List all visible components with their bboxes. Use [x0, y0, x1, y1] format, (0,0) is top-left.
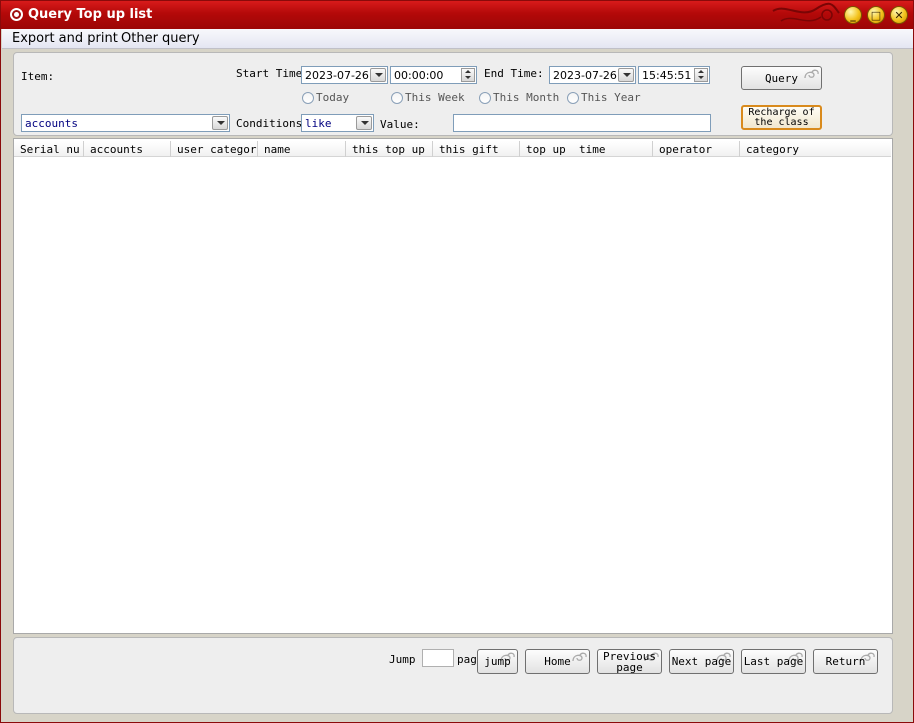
conditions-select[interactable]: like: [301, 114, 374, 132]
conditions-label: Conditions: [236, 117, 303, 130]
previous-page-button[interactable]: Previous page: [597, 649, 662, 674]
column-header-category[interactable]: category: [740, 141, 891, 157]
jump-button[interactable]: jump: [477, 649, 518, 674]
menu-export-print[interactable]: Export and print: [12, 31, 118, 46]
radio-this-month[interactable]: This Month: [479, 91, 559, 104]
radio-this-year-circle[interactable]: [567, 91, 579, 104]
value-label: Value:: [380, 118, 420, 131]
value-input[interactable]: [453, 114, 711, 132]
maximize-button[interactable]: □: [867, 6, 885, 24]
filter-panel: Item: Start Time: 2023-07-26 00:00:00 En…: [13, 52, 893, 136]
query-top-up-window: Query Top up list _ □ ✕ Export and print…: [0, 0, 914, 723]
recharge-of-class-button[interactable]: Recharge of the class: [741, 105, 822, 130]
previous-page-label: Previous page: [603, 649, 656, 674]
start-time-field[interactable]: 00:00:00: [390, 66, 477, 84]
end-time-spinner-icon[interactable]: [694, 68, 708, 82]
radio-this-month-label: This Month: [493, 91, 560, 104]
start-date-value: 2023-07-26: [305, 69, 369, 82]
menu-other-query[interactable]: Other query: [121, 31, 200, 46]
item-select[interactable]: accounts: [21, 114, 230, 132]
radio-this-week-label: This Week: [405, 91, 465, 104]
page-number-input[interactable]: [422, 649, 454, 667]
return-button[interactable]: Return: [813, 649, 878, 674]
column-header-user-category[interactable]: user category: [171, 141, 258, 157]
radio-this-week-circle[interactable]: [391, 91, 403, 104]
query-button-label: Query: [764, 71, 799, 85]
column-header-name[interactable]: name: [258, 141, 346, 157]
swirl-icon: [804, 69, 819, 79]
query-button[interactable]: Query: [741, 66, 822, 90]
column-header-top-up-time[interactable]: top up time: [520, 141, 653, 157]
maximize-icon: □: [870, 8, 882, 22]
end-time-value: 15:45:51: [642, 69, 692, 82]
column-header-this-top-up[interactable]: this top up: [346, 141, 433, 157]
next-page-label: Next page: [671, 655, 732, 668]
radio-this-month-circle[interactable]: [479, 91, 491, 104]
start-time-value: 00:00:00: [394, 69, 444, 82]
minimize-icon: _: [850, 8, 856, 22]
swirl-icon: [572, 652, 587, 662]
item-select-value: accounts: [25, 117, 78, 130]
column-header-operator[interactable]: operator: [653, 141, 740, 157]
radio-today[interactable]: Today: [302, 91, 349, 104]
column-header-this-gift[interactable]: this gift: [433, 141, 520, 157]
item-label: Item:: [21, 70, 55, 83]
radio-this-week[interactable]: This Week: [391, 91, 465, 104]
column-header-accounts[interactable]: accounts: [84, 141, 171, 157]
home-button[interactable]: Home: [525, 649, 590, 674]
close-icon: ✕: [894, 8, 904, 22]
radio-this-year-label: This Year: [581, 91, 641, 104]
table-header: Serial nu accounts user category name th…: [14, 141, 891, 157]
recharge-of-class-label: Recharge of the class: [748, 106, 815, 128]
jump-label: Jump: [389, 653, 416, 666]
item-select-dropdown-icon[interactable]: [212, 116, 228, 130]
radio-today-label: Today: [316, 91, 350, 104]
column-header-serial[interactable]: Serial nu: [14, 141, 84, 157]
jump-button-label: jump: [484, 655, 511, 668]
end-date-value: 2023-07-26: [553, 69, 617, 82]
start-time-spinner-icon[interactable]: [461, 68, 475, 82]
return-button-label: Return: [825, 655, 866, 668]
start-date-dropdown-icon[interactable]: [370, 68, 386, 82]
next-page-button[interactable]: Next page: [669, 649, 734, 674]
start-date-picker[interactable]: 2023-07-26: [301, 66, 388, 84]
last-page-button[interactable]: Last page: [741, 649, 806, 674]
top-up-table[interactable]: Serial nu accounts user category name th…: [13, 138, 893, 634]
page-suffix-label: pag: [457, 653, 477, 666]
radio-this-year[interactable]: This Year: [567, 91, 641, 104]
minimize-button[interactable]: _: [844, 6, 862, 24]
window-title: Query Top up list: [28, 7, 153, 22]
conditions-dropdown-icon[interactable]: [356, 116, 372, 130]
end-time-label: End Time:: [484, 67, 544, 80]
menu-bar: Export and print Other query: [2, 29, 913, 49]
last-page-label: Last page: [743, 655, 804, 668]
title-bar[interactable]: Query Top up list _ □ ✕: [1, 1, 913, 29]
end-date-dropdown-icon[interactable]: [618, 68, 634, 82]
conditions-select-value: like: [305, 117, 332, 130]
end-date-picker[interactable]: 2023-07-26: [549, 66, 636, 84]
close-button[interactable]: ✕: [890, 6, 908, 24]
pager-panel: Jump pag jump Home Previous page Next pa…: [13, 637, 893, 714]
home-button-label: Home: [544, 655, 571, 668]
start-time-label: Start Time:: [236, 67, 309, 80]
radio-today-circle[interactable]: [302, 91, 314, 104]
app-icon: [10, 8, 23, 21]
cloud-ornament-icon: [772, 2, 840, 22]
end-time-field[interactable]: 15:45:51: [638, 66, 710, 84]
